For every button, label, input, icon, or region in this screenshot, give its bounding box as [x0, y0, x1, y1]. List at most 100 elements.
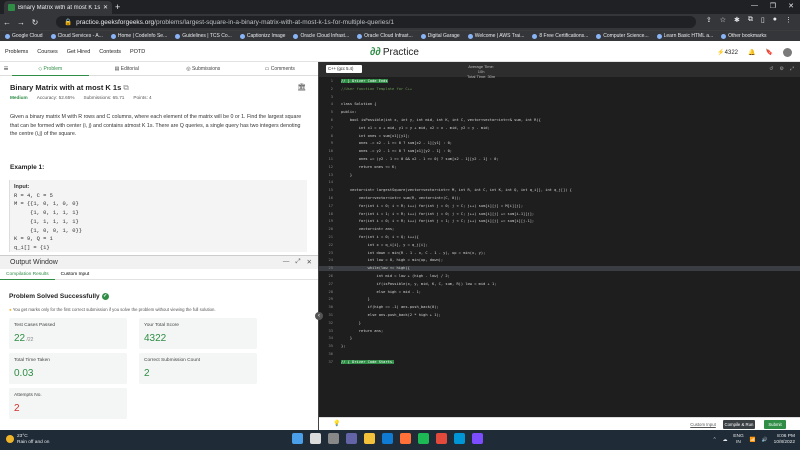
code-line[interactable]: 24 int low = 0, high = min(up, down);: [319, 258, 800, 263]
code-line[interactable]: 16 vector<vector<int>> sum(R, vector<int…: [319, 196, 800, 201]
file-explorer-icon[interactable]: [364, 433, 375, 444]
bookmark-item[interactable]: 8 Free Certifications...: [532, 33, 588, 39]
bookmark-icon[interactable]: 🔖: [766, 49, 773, 56]
code-line[interactable]: 17 for(int i = 0; i < R; i++) for(int j …: [319, 204, 800, 209]
close-tab-icon[interactable]: ✕: [103, 4, 108, 11]
share-icon[interactable]: ⇪: [706, 16, 712, 24]
settings-icon[interactable]: ⚙: [780, 66, 784, 72]
code-line[interactable]: 30 if(high == -1) ans.push_back(0);: [319, 305, 800, 310]
maximize-icon[interactable]: ❐: [770, 2, 776, 10]
split-view-icon[interactable]: ▯: [761, 16, 765, 24]
url-input[interactable]: 🔒 practice.geeksforgeeks.org/problems/la…: [56, 16, 696, 28]
back-icon[interactable]: ←: [0, 18, 14, 27]
code-line[interactable]: 36: [319, 352, 800, 357]
weather-widget[interactable]: 23°C Rain off and on: [6, 434, 49, 446]
bell-icon[interactable]: 🔔: [748, 49, 755, 56]
discord-icon[interactable]: [472, 433, 483, 444]
code-line[interactable]: 2 //User function Template for C++: [319, 87, 800, 92]
new-tab-button[interactable]: +: [115, 2, 120, 12]
code-line[interactable]: 14: [319, 180, 800, 185]
chrome-icon[interactable]: [436, 433, 447, 444]
code-line[interactable]: 31 else ans.push_back(2 * high + 1);: [319, 313, 800, 318]
code-line[interactable]: 6 bool isPossible(int x, int y, int mid,…: [319, 118, 800, 123]
custom-input-button[interactable]: Custom Input: [689, 420, 717, 429]
code-line[interactable]: 8 int ones = sum[x1][y1];: [319, 134, 800, 139]
tab-submissions[interactable]: ◎ Submissions: [165, 66, 242, 72]
reload-icon[interactable]: ↻: [28, 18, 42, 27]
tab-compilation-results[interactable]: Compilation Results: [0, 269, 55, 280]
task-view-icon[interactable]: [328, 433, 339, 444]
code-line[interactable]: 7 int x1 = x + mid, y1 = y + mid, x2 = x…: [319, 126, 800, 131]
puzzle-icon[interactable]: ⧉: [748, 16, 753, 24]
search-icon[interactable]: [310, 433, 321, 444]
tray-chevron-icon[interactable]: ⌃: [712, 438, 716, 443]
code-line[interactable]: 9 ones -= x2 - 1 >= 0 ? sum[x2 - 1][y1] …: [319, 141, 800, 146]
bookmark-item[interactable]: Computer Science...: [596, 33, 649, 39]
extension-icon[interactable]: ✱: [734, 16, 740, 24]
nav-problems[interactable]: Problems: [5, 49, 28, 55]
code-line[interactable]: 18 for(int i = 1; i < R; i++) for(int j …: [319, 212, 800, 217]
code-line[interactable]: 29 }: [319, 297, 800, 302]
nav-contests[interactable]: Contests: [99, 49, 121, 55]
clock[interactable]: 8:06 PM 10/8/2022: [774, 434, 795, 446]
wifi-icon[interactable]: 📶: [750, 438, 756, 443]
language-select[interactable]: C++ (gcc 5.4): [326, 65, 362, 73]
minimize-output-icon[interactable]: —: [283, 258, 290, 266]
tab-custom-input[interactable]: Custom Input: [55, 269, 96, 280]
tab-comments[interactable]: ▭ Comments: [242, 66, 319, 72]
submit-button[interactable]: Submit: [764, 420, 786, 429]
code-line[interactable]: 32 }: [319, 321, 800, 326]
cloud-icon[interactable]: ☁: [722, 438, 727, 443]
close-output-icon[interactable]: ✕: [307, 258, 312, 266]
bookmark-item[interactable]: Cloud Services - A...: [50, 33, 103, 39]
code-line[interactable]: 19 for(int i = 0; i < R; i++) for(int j …: [319, 219, 800, 224]
bookmark-item[interactable]: Google Cloud: [5, 33, 43, 39]
bookmark-item[interactable]: Guidelines | TCS Co...: [175, 33, 232, 39]
code-line[interactable]: 15 vector<int> largestSquare(vector<vect…: [319, 188, 800, 193]
code-line[interactable]: 12 return ones <= K;: [319, 165, 800, 170]
code-line[interactable]: 37 // { Driver Code Starts.: [319, 359, 800, 365]
code-area[interactable]: 1 // } Driver Code Ends 2 //User function T…: [319, 77, 800, 392]
bookmark-problem-icon[interactable]: 🏛: [297, 83, 306, 91]
bookmark-item[interactable]: Home | CodeInfo Se...: [110, 33, 167, 39]
reset-icon[interactable]: ↺: [769, 66, 773, 72]
forward-icon[interactable]: →: [14, 18, 28, 27]
spotify-icon[interactable]: [418, 433, 429, 444]
gfg-logo[interactable]: ∂∂ Practice: [370, 46, 419, 58]
code-line[interactable]: 1 // } Driver Code Ends: [319, 79, 800, 84]
lang-indicator[interactable]: ENG IN: [733, 434, 743, 446]
profile-icon[interactable]: ●: [773, 16, 777, 24]
code-line[interactable]: 26 int mid = low + (high - low) / 2;: [319, 274, 800, 279]
tab-editorial[interactable]: ▤ Editorial: [89, 66, 166, 72]
tab-problem[interactable]: ◇ Problem: [12, 62, 89, 76]
compile-run-button[interactable]: Compile & Run: [723, 420, 755, 429]
bookmark-item[interactable]: Learn Basic HTML a...: [656, 33, 713, 39]
code-line[interactable]: 25 while(low <= high){: [319, 266, 800, 271]
fullscreen-icon[interactable]: ⤢: [790, 66, 794, 72]
teams-icon[interactable]: [346, 433, 357, 444]
bookmark-star-icon[interactable]: ☆: [720, 16, 726, 24]
bookmark-item[interactable]: Digital Garage: [420, 33, 460, 39]
bookmark-item[interactable]: Oracle Cloud Infrast...: [293, 33, 349, 39]
hamburger-icon[interactable]: ≡: [0, 64, 12, 73]
nav-courses[interactable]: Courses: [37, 49, 57, 55]
bookmark-item[interactable]: Oracle Cloud Infrast...: [357, 33, 413, 39]
code-line[interactable]: 5 public:: [319, 110, 800, 115]
code-line[interactable]: 3: [319, 95, 800, 100]
expand-output-icon[interactable]: ⤢: [295, 258, 300, 266]
firefox-icon[interactable]: [400, 433, 411, 444]
copy-icon[interactable]: ⧉: [123, 83, 128, 92]
code-line[interactable]: 33 return ans;: [319, 329, 800, 334]
code-line[interactable]: 35};: [319, 344, 800, 349]
avatar[interactable]: [783, 48, 792, 57]
minimize-icon[interactable]: —: [751, 2, 758, 9]
start-icon[interactable]: [292, 433, 303, 444]
code-line[interactable]: 4 class Solution {: [319, 102, 800, 107]
code-line[interactable]: 34 }: [319, 336, 800, 341]
code-line[interactable]: 22 int x = q_i[i], y = q_j[i];: [319, 243, 800, 248]
code-line[interactable]: 11 ones += (y2 - 1 >= 0 && x2 - 1 >= 0) …: [319, 157, 800, 162]
code-line[interactable]: 13 }: [319, 173, 800, 178]
nav-get-hired[interactable]: Get Hired: [67, 49, 91, 55]
code-line[interactable]: 21 for(int i = 0; i < Q; i++){: [319, 235, 800, 240]
browser-tab[interactable]: Binary Matrix with at most K 1s | P ✕: [4, 1, 112, 14]
